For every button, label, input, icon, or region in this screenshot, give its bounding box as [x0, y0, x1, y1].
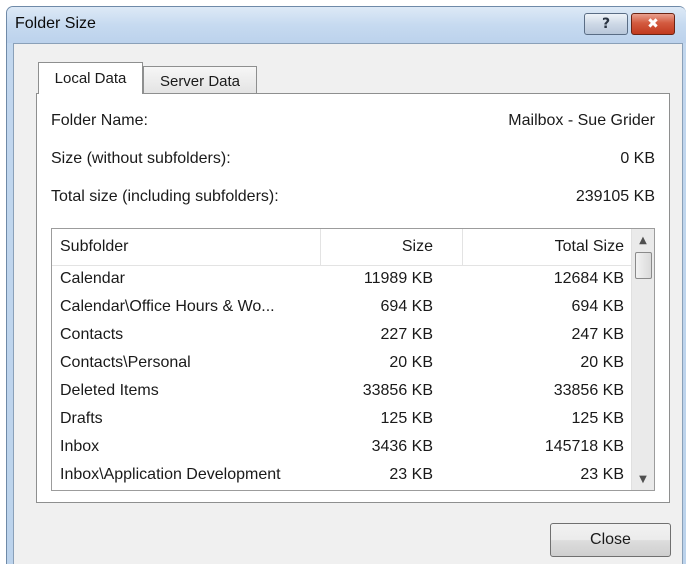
- list-header: Subfolder Size Total Size: [52, 229, 632, 266]
- size-cell: 11989 KB: [363, 270, 433, 287]
- column-header-size[interactable]: Size: [402, 229, 433, 265]
- scroll-down-button[interactable]: ▼: [632, 469, 654, 489]
- size-cell: 227 KB: [380, 326, 433, 343]
- total-size-cell: 247 KB: [571, 326, 624, 343]
- help-button[interactable]: ?: [584, 13, 628, 35]
- tab-server-data[interactable]: Server Data: [143, 66, 257, 95]
- list-row[interactable]: Deleted Items 33856 KB 33856 KB: [52, 379, 632, 405]
- subfolder-cell: Drafts: [60, 410, 103, 427]
- list-row[interactable]: Drafts 125 KB 125 KB: [52, 407, 632, 433]
- folder-name-row: Folder Name: Mailbox - Sue Grider: [51, 112, 655, 134]
- folder-name-label: Folder Name:: [51, 112, 148, 129]
- size-cell: 20 KB: [389, 354, 433, 371]
- total-size-cell: 145718 KB: [544, 438, 624, 455]
- list-row[interactable]: Contacts\Personal 20 KB 20 KB: [52, 351, 632, 377]
- total-size-cell: 125 KB: [571, 410, 624, 427]
- column-divider[interactable]: [320, 229, 321, 265]
- list-row[interactable]: Contacts 227 KB 247 KB: [52, 323, 632, 349]
- subfolder-cell: Deleted Items: [60, 382, 159, 399]
- subfolder-cell: Contacts\Personal: [60, 354, 191, 371]
- folder-name-value: Mailbox - Sue Grider: [508, 112, 655, 129]
- question-mark-icon: ?: [601, 16, 611, 32]
- column-header-total-size[interactable]: Total Size: [555, 229, 624, 265]
- close-icon: ✖: [647, 16, 659, 32]
- total-size-cell: 33856 KB: [553, 382, 624, 399]
- scrollbar-thumb[interactable]: [635, 252, 652, 279]
- total-size-row: Total size (including subfolders): 23910…: [51, 188, 655, 210]
- total-size-cell: 12684 KB: [553, 270, 624, 287]
- window-title: Folder Size: [15, 15, 96, 32]
- close-button-label: Close: [590, 531, 631, 548]
- tab-label: Local Data: [54, 70, 127, 87]
- window-close-button[interactable]: ✖: [631, 13, 675, 35]
- subfolder-cell: Contacts: [60, 326, 124, 343]
- tab-label: Server Data: [159, 72, 241, 90]
- scroll-up-button[interactable]: ▲: [632, 230, 654, 250]
- close-button[interactable]: Close: [550, 523, 671, 557]
- total-size-cell: 20 KB: [580, 354, 624, 371]
- arrow-up-icon: ▲: [639, 234, 647, 246]
- size-cell: 3436 KB: [371, 438, 433, 455]
- subfolder-cell: Calendar\Office Hours & Wo...: [60, 298, 275, 315]
- column-divider[interactable]: [462, 229, 463, 265]
- list-row[interactable]: Calendar\Office Hours & Wo... 694 KB 694…: [52, 295, 632, 321]
- list-row[interactable]: Inbox\Application Development 23 KB 23 K…: [52, 463, 632, 489]
- subfolder-list[interactable]: Subfolder Size Total Size Calendar 11989…: [51, 228, 655, 491]
- subfolder-cell: Inbox\Application Development: [60, 466, 281, 483]
- total-size-value: 239105 KB: [575, 188, 655, 205]
- subfolder-cell: Inbox: [60, 438, 100, 455]
- dialog-client-area: Local Data Server Data Folder Name: Mail…: [13, 43, 683, 564]
- folder-size-dialog: Folder Size ? ✖ Local Data Server Data F…: [6, 6, 686, 564]
- local-data-panel: Folder Name: Mailbox - Sue Grider Size (…: [36, 93, 670, 503]
- list-row[interactable]: Calendar 11989 KB 12684 KB: [52, 267, 632, 293]
- vertical-scrollbar[interactable]: ▲ ▼: [631, 229, 654, 490]
- total-size-cell: 23 KB: [580, 466, 624, 483]
- subfolder-cell: Calendar: [60, 270, 125, 287]
- size-value: 0 KB: [620, 150, 655, 167]
- list-row[interactable]: Inbox 3436 KB 145718 KB: [52, 435, 632, 461]
- size-cell: 694 KB: [380, 298, 433, 315]
- list-rows: Calendar 11989 KB 12684 KB Calendar\Offi…: [52, 267, 632, 490]
- size-cell: 33856 KB: [362, 382, 433, 399]
- total-size-cell: 694 KB: [571, 298, 624, 315]
- size-label: Size (without subfolders):: [51, 150, 231, 167]
- title-bar[interactable]: Folder Size ? ✖: [7, 7, 686, 43]
- arrow-down-icon: ▼: [639, 473, 647, 485]
- total-size-label: Total size (including subfolders):: [51, 188, 279, 205]
- tab-local-data[interactable]: Local Data: [38, 62, 143, 94]
- column-header-subfolder[interactable]: Subfolder: [60, 229, 129, 265]
- size-cell: 23 KB: [389, 466, 433, 483]
- size-cell: 125 KB: [380, 410, 433, 427]
- size-row: Size (without subfolders): 0 KB: [51, 150, 655, 172]
